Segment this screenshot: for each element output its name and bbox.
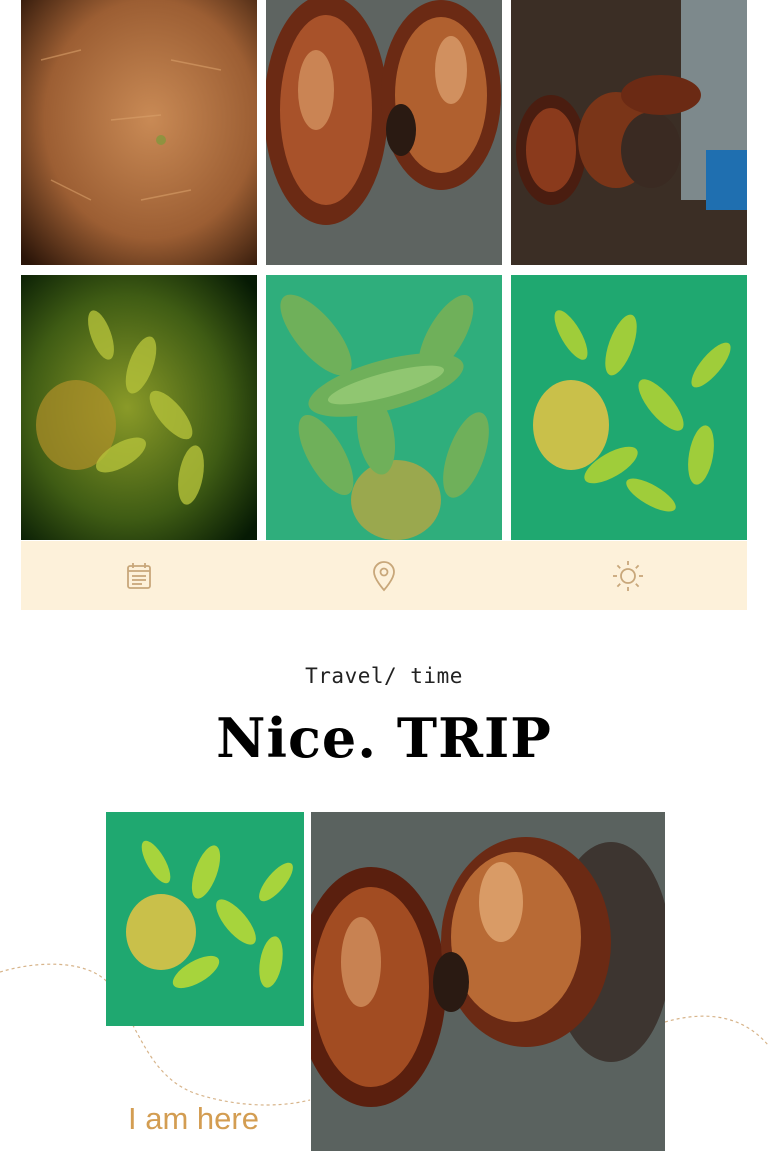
- sun-icon[interactable]: [611, 559, 645, 593]
- photo-leaves-dark-bowl: [21, 275, 257, 540]
- photo-leaves-and-fruit: [266, 275, 502, 540]
- photo-sandy-soil: [21, 0, 257, 265]
- calendar-icon[interactable]: [122, 559, 156, 593]
- i-am-here-label: I am here: [128, 1101, 259, 1136]
- icon-bar: [21, 541, 747, 610]
- photo-two-snails: [266, 0, 502, 265]
- location-pin-icon[interactable]: [367, 559, 401, 593]
- subtitle: Travel/ time: [305, 664, 463, 688]
- photo-leaves-green-bowl: [511, 275, 747, 540]
- photo-snails-by-bottle: [511, 0, 747, 265]
- photo-snails-large: [311, 812, 665, 1151]
- photo-leaves-bowl-small: [106, 812, 304, 1026]
- page-title: Nice. TRIP: [216, 706, 552, 770]
